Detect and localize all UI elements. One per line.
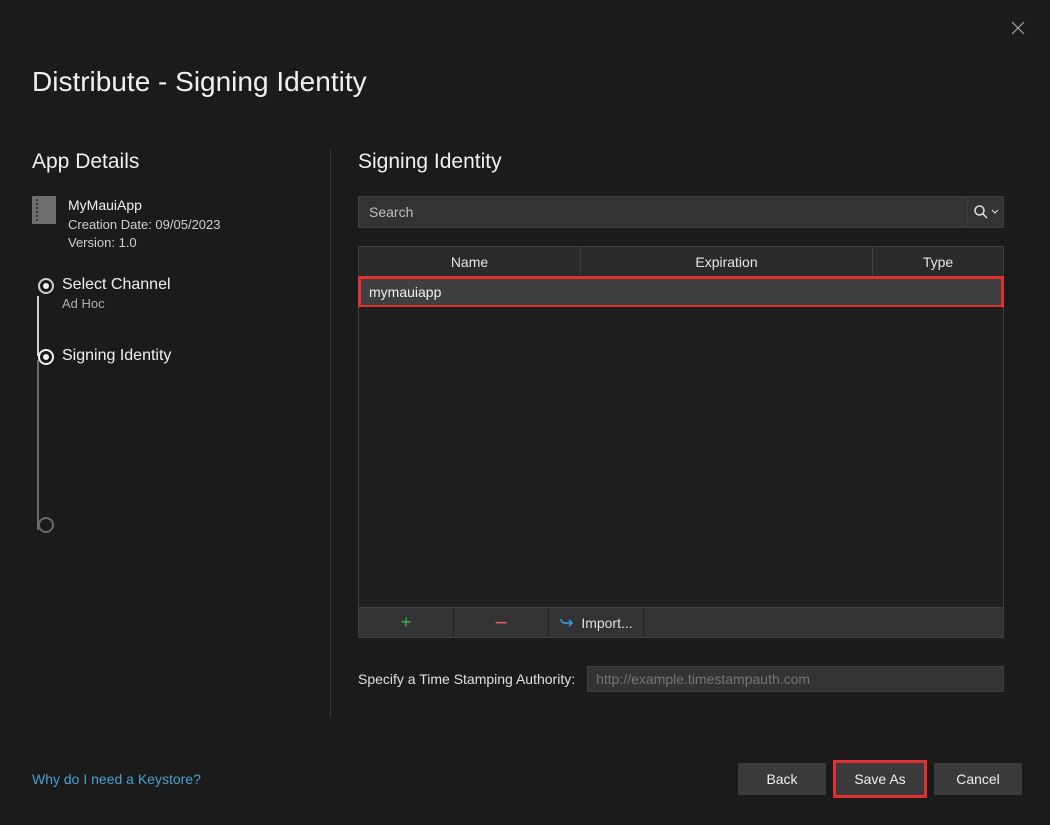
- chevron-down-icon: [991, 208, 999, 216]
- step-signing-identity[interactable]: Signing Identity: [40, 347, 330, 365]
- step-label: Select Channel: [62, 276, 330, 294]
- search-input[interactable]: [359, 197, 967, 227]
- app-creation-date: Creation Date: 09/05/2023: [68, 216, 221, 234]
- close-button[interactable]: [1006, 16, 1030, 40]
- column-header-type[interactable]: Type: [873, 247, 1003, 276]
- archive-icon: [32, 196, 56, 224]
- step-sublabel: Ad Hoc: [62, 296, 330, 311]
- left-panel: App Details MyMauiApp Creation Date: 09/…: [0, 150, 330, 515]
- footer: Why do I need a Keystore? Back Save As C…: [0, 749, 1050, 809]
- plus-icon: +: [401, 612, 412, 633]
- minus-icon: −: [495, 610, 508, 636]
- search-bar: [358, 196, 1004, 228]
- signing-identity-heading: Signing Identity: [358, 150, 1018, 174]
- toolbar-spacer: [644, 608, 1003, 637]
- app-summary: MyMauiApp Creation Date: 09/05/2023 Vers…: [32, 196, 330, 252]
- save-as-button[interactable]: Save As: [836, 763, 924, 795]
- grid-header: Name Expiration Type: [359, 247, 1003, 277]
- remove-identity-button[interactable]: −: [454, 608, 549, 637]
- wizard-stepper: Select Channel Ad Hoc Signing Identity: [32, 276, 330, 365]
- search-icon: [973, 204, 989, 220]
- app-name: MyMauiApp: [68, 196, 221, 216]
- search-button[interactable]: [967, 197, 1003, 227]
- identity-grid: Name Expiration Type mymauiapp + − Impo: [358, 246, 1004, 638]
- app-version: Version: 1.0: [68, 234, 221, 252]
- keystore-help-link[interactable]: Why do I need a Keystore?: [32, 771, 201, 787]
- panel-divider: [330, 150, 331, 718]
- grid-toolbar: + − Import...: [359, 607, 1003, 637]
- column-header-name[interactable]: Name: [359, 247, 581, 276]
- table-row[interactable]: mymauiapp: [361, 279, 1001, 305]
- import-label: Import...: [581, 615, 632, 631]
- tsa-label: Specify a Time Stamping Authority:: [358, 671, 575, 687]
- back-button[interactable]: Back: [738, 763, 826, 795]
- footer-buttons: Back Save As Cancel: [738, 763, 1022, 795]
- import-identity-button[interactable]: Import...: [549, 608, 644, 637]
- step-dot-icon: [38, 349, 54, 365]
- step-dot-icon: [38, 278, 54, 294]
- app-details-heading: App Details: [32, 150, 330, 174]
- import-icon: [559, 617, 575, 629]
- stepper-line: [37, 360, 39, 530]
- step-label: Signing Identity: [62, 347, 330, 365]
- add-identity-button[interactable]: +: [359, 608, 454, 637]
- stepper-line: [37, 296, 39, 356]
- row-name: mymauiapp: [369, 284, 441, 300]
- cancel-button[interactable]: Cancel: [934, 763, 1022, 795]
- tsa-input[interactable]: [587, 666, 1004, 692]
- grid-empty-area: [359, 307, 1003, 607]
- highlighted-row: mymauiapp: [358, 276, 1004, 308]
- step-select-channel[interactable]: Select Channel Ad Hoc: [40, 276, 330, 311]
- page-title: Distribute - Signing Identity: [32, 66, 367, 98]
- column-header-expiration[interactable]: Expiration: [581, 247, 873, 276]
- timestamp-authority-row: Specify a Time Stamping Authority:: [358, 666, 1004, 692]
- close-icon: [1011, 21, 1025, 35]
- right-panel: Signing Identity Name Expiration Type my…: [358, 150, 1018, 692]
- step-dot-icon: [38, 517, 54, 533]
